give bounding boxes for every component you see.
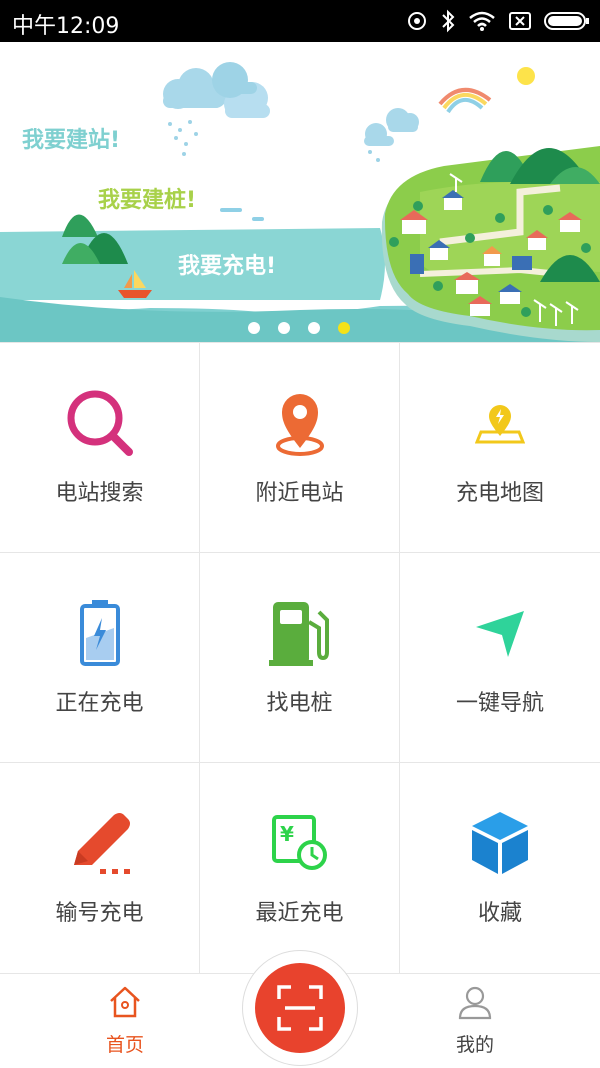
menu-label: 最近充电	[255, 901, 344, 926]
menu-label: 充电地图	[455, 481, 544, 506]
promo-banner[interactable]: 我要建站! 我要建桩! 我要充电!	[0, 42, 600, 342]
status-time: 中午12:09	[12, 14, 120, 39]
tab-home-label: 首页	[105, 1034, 144, 1056]
menu-charge-map[interactable]: 充电地图	[400, 343, 600, 553]
search-icon	[67, 390, 133, 456]
menu-label: 收藏	[477, 901, 522, 926]
menu-label: 正在充电	[55, 691, 144, 716]
banner-slogan-build-pile: 我要建桩!	[98, 188, 197, 213]
home-icon	[110, 986, 140, 1018]
user-icon	[458, 986, 492, 1020]
pager-dot[interactable]	[248, 322, 260, 334]
scan-button-ring	[242, 950, 358, 1066]
menu-recent-charge[interactable]: ¥ 最近充电	[200, 763, 400, 973]
status-icons	[406, 8, 590, 34]
menu-label: 一键导航	[455, 691, 544, 716]
data-sync-icon	[408, 12, 426, 30]
scan-icon	[277, 985, 323, 1031]
charging-pile-icon	[269, 602, 329, 666]
menu-one-click-navigation[interactable]: 一键导航	[400, 553, 600, 763]
banner-illustration	[0, 62, 600, 342]
navigation-arrow-icon	[476, 611, 524, 657]
menu-label: 电站搜索	[55, 481, 144, 506]
battery-icon	[544, 12, 589, 30]
recent-charge-icon: ¥	[272, 815, 327, 870]
pager-dot[interactable]	[278, 322, 290, 334]
bluetooth-icon	[442, 9, 455, 33]
menu-nearby-stations[interactable]: 附近电站	[200, 343, 400, 553]
pager-dot-active[interactable]	[338, 322, 350, 334]
menu-find-pile[interactable]: 找电桩	[200, 553, 400, 763]
location-pin-icon	[276, 394, 324, 456]
no-sim-icon	[509, 12, 531, 30]
battery-charging-icon	[80, 600, 120, 666]
pencil-icon	[74, 813, 130, 874]
banner-pager	[248, 322, 350, 334]
banner-slogan-charge: 我要充电!	[178, 254, 277, 279]
function-grid: 电站搜索 附近电站 充电地图 正在充电 找电桩 一键导航 输号充电 ¥ 最近充电…	[0, 342, 600, 975]
tab-mine[interactable]: 我的	[395, 974, 555, 1068]
cube-icon	[472, 812, 528, 874]
status-bar: 中午12:09	[0, 0, 600, 42]
banner-slogan-build-station: 我要建站!	[22, 128, 121, 153]
menu-favorites[interactable]: 收藏	[400, 763, 600, 973]
charge-map-icon	[475, 405, 525, 444]
menu-label: 输号充电	[55, 901, 144, 926]
tab-mine-label: 我的	[455, 1034, 494, 1056]
wifi-icon	[469, 11, 495, 31]
tab-home[interactable]: 首页	[45, 974, 205, 1068]
menu-charging-now[interactable]: 正在充电	[0, 553, 200, 763]
scan-button[interactable]	[255, 963, 345, 1053]
menu-enter-number-charge[interactable]: 输号充电	[0, 763, 200, 973]
menu-label: 附近电站	[255, 481, 344, 506]
menu-station-search[interactable]: 电站搜索	[0, 343, 200, 553]
pager-dot[interactable]	[308, 322, 320, 334]
menu-label: 找电桩	[266, 691, 333, 716]
svg-text:¥: ¥	[280, 822, 294, 846]
